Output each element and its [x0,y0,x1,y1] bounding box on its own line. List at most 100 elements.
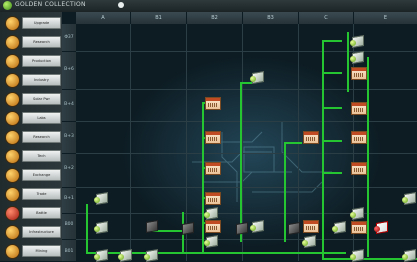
sidebar-item-label: Research [22,131,61,143]
status-dot-icon [118,254,124,260]
sidebar-item-label: Trade [22,188,61,200]
sidebar-item[interactable]: Production [3,52,61,70]
status-dot-icon [250,225,256,231]
tech-node[interactable] [302,234,317,249]
building-node[interactable] [204,191,221,205]
building-node[interactable] [204,219,221,233]
building-node[interactable] [350,161,367,175]
sidebar-item[interactable]: Infrastructure [3,223,61,241]
sidebar-item[interactable]: Research [3,128,61,146]
sidebar-item-label: Battle [22,207,61,219]
status-dot-icon [204,240,210,246]
sidebar-item-label: Tech [22,150,61,162]
sidebar-item[interactable]: Trade [3,185,61,203]
row-header: B00 [62,214,76,240]
status-dot-icon [402,197,408,203]
tech-node[interactable] [234,221,249,236]
tech-node[interactable] [144,219,159,234]
building-node[interactable] [204,96,221,110]
sidebar-item[interactable]: Solar Pwr [3,90,61,108]
tech-node[interactable] [350,248,365,262]
coin-icon [5,244,20,259]
tech-node[interactable] [118,248,133,262]
coin-icon [5,73,20,88]
status-dot-icon[interactable] [118,2,124,8]
status-dot-icon [94,197,100,203]
building-node[interactable] [350,101,367,115]
app-title: GOLDEN COLLECTION [15,1,86,8]
app-logo-icon[interactable] [3,1,12,10]
building-node[interactable] [204,161,221,175]
sidebar-item[interactable]: Industry [3,71,61,89]
sidebar-item-label: Production [22,55,61,67]
tech-node[interactable] [350,34,365,49]
sidebar-item-label: Labs [22,112,61,124]
building-node[interactable] [302,130,319,144]
building-node[interactable] [350,130,367,144]
coin-icon [5,130,20,145]
status-dot-icon [302,240,308,246]
tech-node[interactable] [94,220,109,235]
status-dot-icon [204,212,210,218]
sidebar-item[interactable]: Labs [3,109,61,127]
row-header: B+2 [62,154,76,188]
tech-node[interactable] [94,248,109,262]
sidebar-item[interactable]: Mining [3,242,61,260]
sidebar-item[interactable]: Battle [3,204,61,222]
column-header: A [76,12,131,24]
status-dot-icon [250,76,256,82]
tech-node[interactable] [402,191,417,206]
sidebar-item-label: Industry [22,74,61,86]
row-header: B+1 [62,188,76,214]
row-header: B+6 [62,52,76,90]
coin-icon [5,54,20,69]
coin-icon [5,92,20,107]
building-node[interactable] [204,130,221,144]
building-node[interactable] [350,220,367,234]
row-header: Φ37 [62,24,76,52]
coin-icon [5,111,20,126]
sidebar-item-label: Mining [22,245,61,257]
tech-node[interactable] [374,220,389,235]
tech-node[interactable] [350,50,365,65]
status-dot-icon [402,254,408,260]
row-header: B+3 [62,122,76,154]
status-dot-icon [350,40,356,46]
sidebar-item[interactable]: Upgrade [3,14,61,32]
building-node[interactable] [302,219,319,233]
column-header: C [299,12,354,24]
sidebar-item[interactable]: Research [3,33,61,51]
status-dot-icon [350,254,356,260]
status-dot-icon [350,56,356,62]
sidebar-item-label: Upgrade [22,17,61,29]
sidebar-item-label: Research [22,36,61,48]
coin-icon [5,16,20,31]
building-node[interactable] [350,66,367,80]
tech-node[interactable] [180,221,195,236]
coin-icon [5,35,20,50]
status-dot-icon [332,226,338,232]
tech-node[interactable] [286,221,301,236]
sidebar-item[interactable]: Tech [3,147,61,165]
tech-node[interactable] [204,206,219,221]
tech-tree-grid[interactable]: A B1 B2 B3 C E Φ37 B+6 B+4 B+3 B+2 B+1 B… [62,12,417,262]
status-dot-icon [350,212,356,218]
tech-node[interactable] [144,248,159,262]
coin-icon [5,168,20,183]
coin-icon [5,187,20,202]
sidebar: Upgrade Research Production Industry Sol… [0,12,63,261]
status-dot-icon [144,254,150,260]
tech-node[interactable] [402,248,417,262]
coin-icon [5,225,20,240]
tech-node[interactable] [250,219,265,234]
tech-node[interactable] [332,220,347,235]
status-dot-icon [94,226,100,232]
tech-node[interactable] [250,70,265,85]
column-header: B1 [131,12,187,24]
tech-node[interactable] [94,191,109,206]
status-dot-icon [374,226,380,232]
tech-node[interactable] [350,206,365,221]
tech-node[interactable] [204,234,219,249]
sidebar-item[interactable]: Exchange [3,166,61,184]
column-header: B3 [243,12,299,24]
